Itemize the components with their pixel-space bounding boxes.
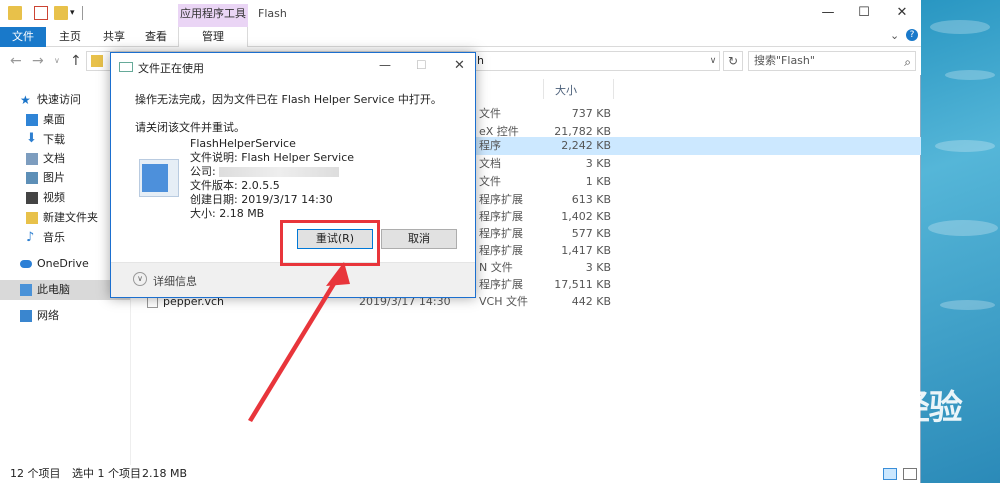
arrow-head [326,262,350,286]
watermark-url: jingyan.baidu.com [778,432,908,448]
baidu-watermark: Bai du 经验 jingyan.baidu.com [770,380,990,460]
watermark-logo: Bai du 经验 [770,388,963,428]
arrow-shaft [248,276,340,422]
